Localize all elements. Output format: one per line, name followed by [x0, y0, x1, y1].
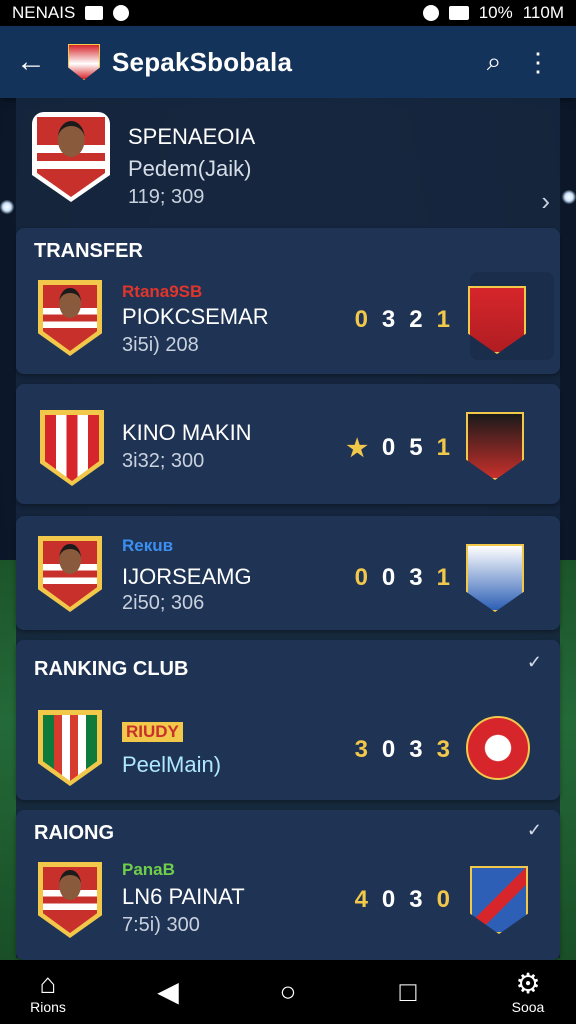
score-group: ★ 0 5 1: [346, 434, 450, 463]
chevron-right-icon[interactable]: ›: [541, 186, 550, 217]
status-bar: NENAIS 10% 110M: [0, 0, 576, 26]
score-group: 4 0 3 0: [355, 886, 450, 914]
nav-back-button[interactable]: ◀: [136, 977, 200, 1007]
score-group: 0 0 3 1: [355, 564, 450, 592]
score-value: 4: [354, 886, 368, 913]
carrier-label: NENAIS: [12, 3, 76, 22]
profile-name: SPENAEOIA: [128, 124, 256, 149]
stadium-light: [0, 200, 14, 214]
score-value: 0: [354, 564, 368, 591]
wifi-signal-icon: [448, 6, 469, 20]
navigation-bar: ⌂ Rions ◀ ○ □ ⚙ Sooa: [0, 960, 576, 1024]
stadium-light: [562, 190, 576, 204]
profile-subtitle: Pedem(Jaik): [128, 156, 252, 181]
star-icon: ★: [346, 435, 368, 462]
score-value: 0: [354, 306, 368, 333]
score-value: 3: [409, 736, 423, 763]
clock-label: 110M: [522, 3, 564, 22]
score-value: 2: [409, 306, 423, 333]
card-tag: PanaB: [122, 860, 175, 879]
alarm-icon: [422, 5, 439, 21]
score-value: 0: [381, 886, 396, 913]
score-value: 5: [409, 434, 423, 461]
score-value: 0: [381, 564, 396, 591]
app-title: SepakSbobala: [112, 46, 293, 77]
gear-icon: ⚙: [515, 968, 541, 999]
card-tag: Rtana9SB: [122, 282, 203, 301]
nav-soog-label: Sooa: [511, 999, 545, 1015]
score-value: 3: [409, 886, 423, 913]
score-value: 3: [381, 306, 396, 333]
player-name: PIOKCSEMAR: [122, 304, 269, 329]
player-meta: 3i5i) 208: [122, 334, 199, 356]
overflow-menu-icon[interactable]: ⋮: [516, 47, 560, 78]
battery-label: 10%: [478, 3, 513, 22]
square-recents-icon: □: [399, 976, 417, 1007]
home-icon: ⌂: [39, 968, 57, 999]
notification-icon: [113, 5, 130, 21]
nav-home[interactable]: ⌂ Rions: [16, 968, 80, 1016]
section-title-transfer: TRANSFER: [34, 240, 143, 262]
nav-home-button[interactable]: ○: [256, 977, 320, 1007]
score-value: 3: [409, 564, 423, 591]
expand-chevron-icon[interactable]: ✓: [527, 652, 542, 673]
score-group: 0 3 2 1: [355, 306, 450, 334]
section-title-ranking-club: RANKING CLUB: [34, 658, 189, 680]
back-arrow-icon[interactable]: ←: [16, 45, 56, 79]
profile-header[interactable]: SPENAEOIA Pedem(Jaik) 119; 309 ›: [16, 98, 560, 226]
triangle-back-icon: ◀: [157, 976, 179, 1007]
nav-recents-button[interactable]: □: [376, 977, 440, 1007]
mail-icon: [85, 6, 104, 20]
player-name: KINO MAKIN: [122, 420, 252, 445]
player-face: [57, 121, 85, 157]
score-group: 3 0 3 3: [355, 736, 450, 764]
player-meta: 2i50; 306: [122, 592, 205, 614]
score-value: 1: [436, 434, 450, 461]
app-logo: [68, 44, 100, 80]
profile-meta: 119; 309: [128, 186, 205, 208]
player-name: PeelMain): [122, 752, 222, 777]
player-meta: 7:5i) 300: [122, 914, 200, 936]
nav-home-label: Rions: [30, 999, 66, 1015]
score-value: 0: [436, 886, 450, 913]
search-icon[interactable]: ⌕: [472, 46, 516, 78]
app-bar: ← SepakSbobala ⌕ ⋮: [0, 26, 576, 98]
score-value: 1: [436, 564, 450, 591]
score-value: 1: [436, 306, 450, 333]
expand-chevron-icon[interactable]: ✓: [527, 820, 542, 841]
player-meta: 3i32; 300: [122, 450, 205, 472]
player-name: LN6 PAINAT: [122, 884, 245, 909]
opponent-crest: [466, 716, 530, 780]
score-value: 0: [381, 434, 396, 461]
score-value: 3: [436, 736, 450, 763]
player-name: IJORSEAMG: [122, 564, 252, 589]
section-title-raiding: RAIONG: [34, 822, 114, 844]
card-tag: RIUDY: [122, 722, 183, 742]
profile-avatar: [32, 112, 110, 202]
circle-home-icon: ○: [279, 976, 297, 1007]
card-tag: Reкuв: [122, 536, 174, 555]
score-value: 3: [354, 736, 368, 763]
score-value: 0: [381, 736, 396, 763]
nav-soog[interactable]: ⚙ Sooa: [496, 968, 560, 1016]
